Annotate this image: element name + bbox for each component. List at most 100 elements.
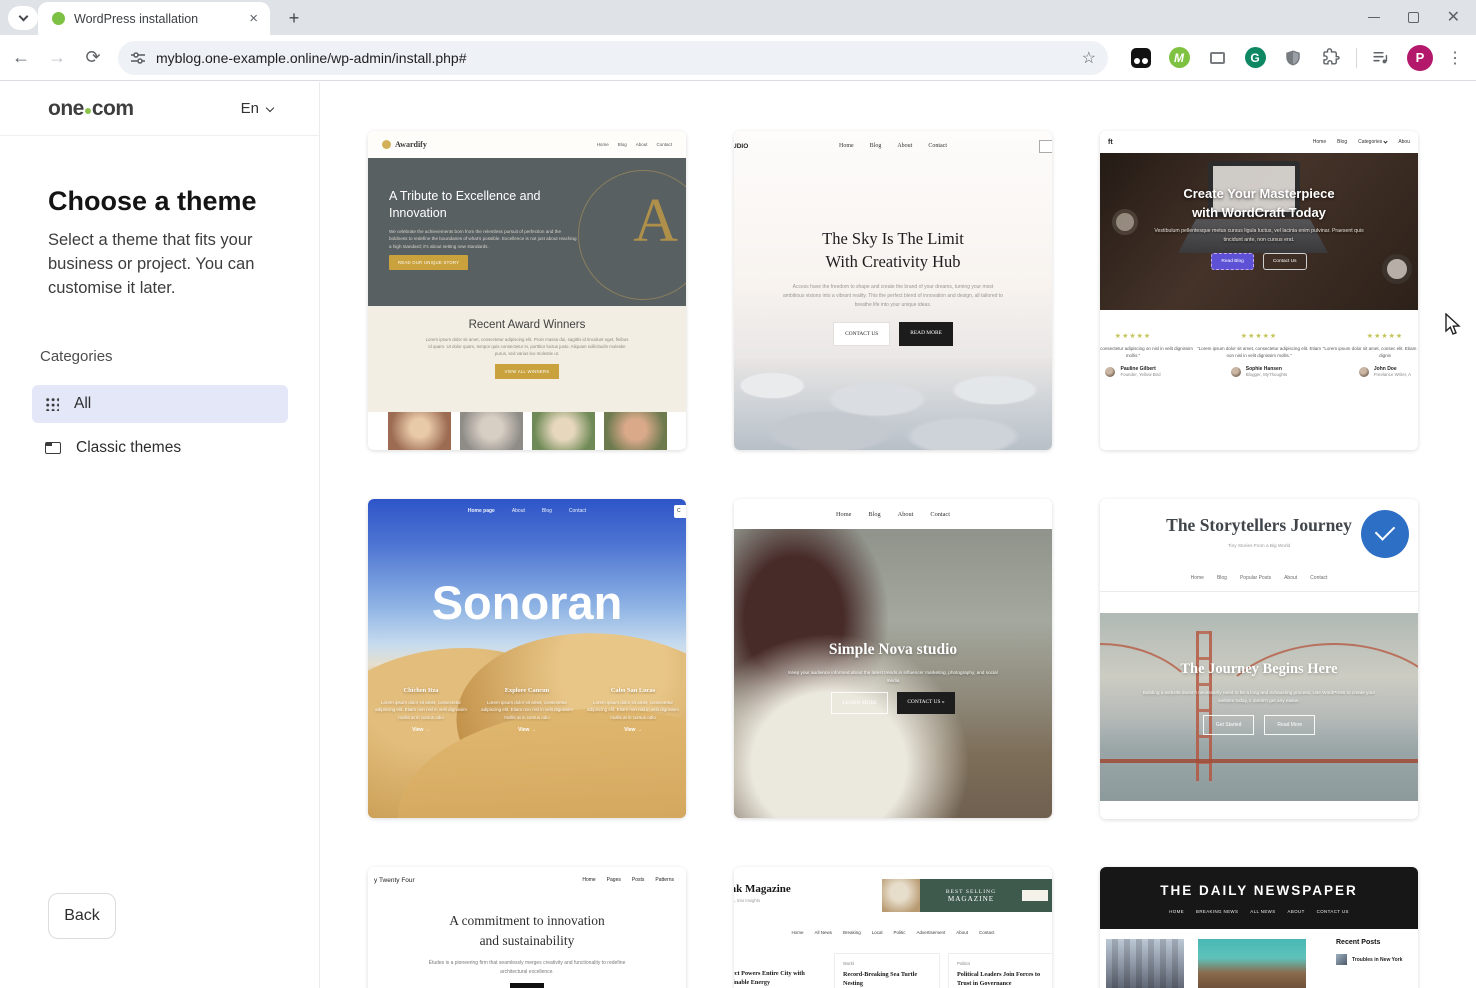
window-controls: ✕	[1368, 0, 1470, 35]
theme-card-ink-magazine[interactable]: nk Magazine es, Into Insights BEST SELLI…	[734, 867, 1052, 988]
theme-card-storytellers[interactable]: The Storytellers Journey Tiny Stories Fr…	[1100, 499, 1418, 819]
hero-title: Simple Nova studio	[734, 641, 1052, 659]
avatar	[1105, 367, 1115, 377]
winner-photos-row	[368, 412, 686, 450]
hero-body: We celebrate the achievements born from …	[389, 228, 579, 250]
theme-card-twenty-four[interactable]: y Twenty Four HomePagesPostsPatterns A c…	[368, 867, 686, 988]
preview-nav: HOMEBREAKING NEWSALL NEWSABOUTCONTACT US	[1100, 909, 1418, 914]
back-icon[interactable]: ←	[6, 43, 36, 73]
reload-icon[interactable]: ⟳	[78, 43, 108, 73]
destination-column: Explore Cancun Lorem ipsum dolor sit ame…	[481, 687, 573, 733]
read-more-button: Read More	[1264, 715, 1315, 735]
winner-photo	[388, 412, 451, 450]
language-selector[interactable]: En	[241, 100, 273, 117]
preview-hero: A A Tribute to Excellence and Innovation…	[368, 158, 686, 306]
view-link: View →	[375, 727, 467, 733]
view-link: View →	[481, 727, 573, 733]
tab-search-button[interactable]	[8, 6, 38, 30]
dark-reader-icon[interactable]	[1130, 47, 1152, 69]
recent-posts-label: Recent Posts	[1336, 939, 1402, 946]
minimize-icon[interactable]	[1368, 17, 1380, 19]
star-rating: ★★★★★	[1196, 332, 1322, 340]
logo-dot	[85, 108, 91, 114]
banner-button	[1022, 890, 1048, 901]
destination-column: Cabo San Lucas Lorem ipsum dolor sit ame…	[587, 687, 679, 733]
hero-title: Sonoran	[368, 575, 686, 630]
back-button[interactable]: Back	[48, 893, 116, 939]
tab-favicon	[52, 12, 65, 25]
recent-posts-sidebar: Recent Posts Troubles in New York	[1336, 939, 1402, 965]
close-icon[interactable]: ✕	[1447, 10, 1460, 26]
extensions-row: M G	[1130, 47, 1342, 69]
selected-check-badge[interactable]	[1361, 510, 1409, 558]
read-blog-button: Read Blog	[1211, 253, 1253, 270]
preview-logo: ft	[1108, 139, 1113, 146]
section-cta-button: VIEW ALL WINNERS	[495, 364, 560, 379]
screenshot-icon[interactable]	[1206, 47, 1228, 69]
preview-tagline: es, Into Insights	[734, 898, 760, 903]
preview-title: THE DAILY NEWSPAPER	[1100, 883, 1418, 898]
monica-icon[interactable]: M	[1168, 47, 1190, 69]
classic-themes-icon	[45, 442, 61, 454]
extensions-puzzle-icon[interactable]	[1320, 47, 1342, 69]
browser-tab[interactable]: WordPress installation ×	[38, 2, 270, 35]
photo-shape	[734, 634, 969, 818]
categories-label: Categories	[40, 348, 113, 365]
sidebar: onecom En Choose a theme Select a theme …	[0, 82, 320, 988]
theme-card-wordcraft[interactable]: ft HomeBlogCategoriesAbou Create Your Ma…	[1100, 131, 1418, 450]
theme-card-creativity-hub[interactable]: UDIO HomeBlogAboutContact The Sky Is The…	[734, 131, 1052, 450]
header-button-fragment: C	[674, 505, 686, 518]
theme-card-simple-nova[interactable]: HomeBlogAboutContact Simple Nova studio …	[734, 499, 1052, 818]
forward-icon[interactable]: →	[42, 43, 72, 73]
preview-header: UDIO HomeBlogAboutContact	[734, 131, 1052, 161]
preview-header: ft HomeBlogCategoriesAbou	[1100, 131, 1418, 153]
beach-photo: Simple Nova studio Keep your audience in…	[734, 529, 1052, 818]
page-subtitle: Select a theme that fits your business o…	[48, 228, 270, 300]
hero-title: A commitment to innovationand sustainabi…	[368, 911, 686, 952]
preview-hero: Create Your Masterpiecewith WordCraft To…	[1100, 153, 1418, 310]
contact-us-button: Contact Us	[1263, 253, 1307, 270]
theme-card-sonoran[interactable]: Home pageAboutBlogContact C Sonoran Chic…	[368, 499, 686, 818]
category-item-all[interactable]: All	[32, 385, 288, 423]
site-info-icon[interactable]	[130, 50, 146, 66]
winner-photo	[460, 412, 523, 450]
winner-photo	[532, 412, 595, 450]
address-bar[interactable]: myblog.one-example.online/wp-admin/insta…	[118, 41, 1108, 75]
preview-header: y Twenty Four HomePagesPostsPatterns	[368, 867, 686, 893]
browser-toolbar: ← → ⟳ myblog.one-example.online/wp-admin…	[0, 35, 1476, 81]
tab-close-icon[interactable]: ×	[245, 10, 262, 27]
preview-nav: HomeBlogCategoriesAbou	[1313, 139, 1410, 145]
shield-icon[interactable]	[1282, 47, 1304, 69]
tab-title: WordPress installation	[74, 12, 245, 26]
theme-card-daily-newspaper[interactable]: THE DAILY NEWSPAPER HOMEBREAKING NEWSALL…	[1100, 867, 1418, 988]
profile-avatar[interactable]: P	[1407, 45, 1433, 71]
sidebar-header: onecom En	[0, 82, 319, 136]
preview-section: Recent Award Winners Lorem ipsum dolor s…	[368, 306, 686, 412]
grid-icon	[45, 397, 59, 411]
hero-body: Keep your audience informed about the la…	[783, 669, 1003, 685]
media-playlist-icon[interactable]	[1369, 47, 1391, 69]
learn-more-button: LEARN MORE	[831, 692, 888, 714]
preview-nav: Home pageAboutBlogContact	[368, 508, 686, 514]
city-photo	[1106, 939, 1184, 988]
contact-us-button: CONTACT US »	[897, 692, 954, 714]
new-tab-button[interactable]: +	[282, 6, 306, 30]
winner-photo	[604, 412, 667, 450]
bookmark-star-icon[interactable]: ☆	[1082, 48, 1096, 68]
hero-cta-button	[510, 983, 544, 988]
hero-buttons: Read Blog Contact Us	[1100, 253, 1418, 270]
language-label: En	[241, 100, 259, 117]
menu-kebab-icon[interactable]: ⋮	[1447, 48, 1463, 68]
grammarly-icon[interactable]: G	[1244, 47, 1266, 69]
category-item-classic-themes[interactable]: Classic themes	[32, 429, 288, 467]
hero-body: Vestibulum pellentesque metus cursus lig…	[1144, 227, 1374, 245]
hero-title: Create Your Masterpiecewith WordCraft To…	[1100, 185, 1418, 223]
banner-text: BEST SELLING MAGAZINE	[920, 889, 1022, 903]
maximize-icon[interactable]	[1408, 12, 1419, 23]
theme-card-awardify[interactable]: Awardify HomeBlogAboutContact A A Tribut…	[368, 131, 686, 450]
hero-body: Access have the freedom to shape and cre…	[782, 283, 1004, 309]
hero-title: The Journey Begins Here	[1100, 661, 1418, 678]
browser-window: WordPress installation × + ✕ ← → ⟳ myblo…	[0, 0, 1476, 988]
read-more-button: READ MORE	[899, 322, 953, 346]
preview-nav: HomeBlogAboutContact	[734, 499, 1052, 529]
